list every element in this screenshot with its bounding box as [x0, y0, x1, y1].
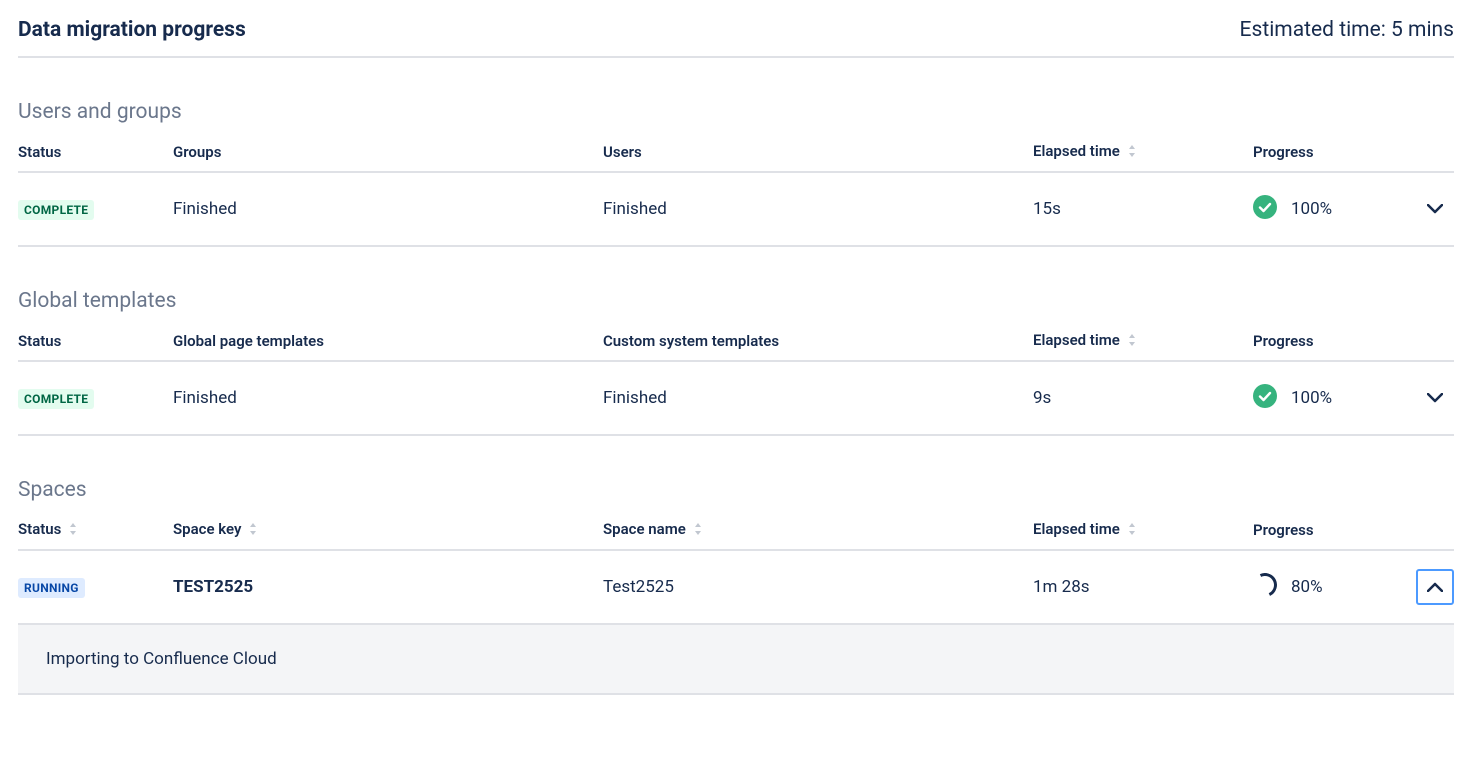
table-row: COMPLETE Finished Finished 9s 100% [18, 361, 1454, 435]
chevron-up-icon [1427, 582, 1443, 592]
col-status[interactable]: Status [18, 512, 173, 550]
col-custom-system-templates[interactable]: Custom system templates [603, 323, 1033, 361]
progress-cell: 100% [1253, 361, 1454, 435]
global-page-templates-cell: Finished [173, 361, 603, 435]
col-progress[interactable]: Progress [1253, 134, 1454, 172]
custom-system-templates-cell: Finished [603, 361, 1033, 435]
expand-toggle[interactable] [1416, 380, 1454, 416]
sort-icon [69, 521, 77, 539]
space-name-cell: Test2525 [603, 550, 1033, 624]
status-cell: RUNNING [18, 550, 173, 624]
sort-icon [694, 521, 702, 539]
col-progress[interactable]: Progress [1253, 323, 1454, 361]
col-users[interactable]: Users [603, 134, 1033, 172]
col-elapsed[interactable]: Elapsed time [1033, 512, 1253, 550]
header: Data migration progress Estimated time: … [18, 18, 1454, 58]
col-space-key-label: Space key [173, 520, 241, 538]
elapsed-cell: 1m 28s [1033, 550, 1253, 624]
progress-value: 100% [1291, 388, 1332, 408]
progress-value: 100% [1291, 199, 1332, 219]
sort-icon [1128, 521, 1136, 539]
users-groups-table: Status Groups Users Elapsed time Progres… [18, 134, 1454, 247]
global-templates-table: Status Global page templates Custom syst… [18, 323, 1454, 436]
section-title-global-templates: Global templates [18, 289, 1454, 313]
col-elapsed-label: Elapsed time [1033, 331, 1120, 349]
chevron-down-icon [1427, 204, 1443, 214]
space-key-cell: TEST2525 [173, 550, 603, 624]
col-space-name-label: Space name [603, 520, 686, 538]
sort-icon [1128, 332, 1136, 350]
sort-icon [1128, 143, 1136, 161]
col-status[interactable]: Status [18, 323, 173, 361]
check-circle-icon [1253, 195, 1277, 224]
col-status[interactable]: Status [18, 134, 173, 172]
estimated-time: Estimated time: 5 mins [1240, 18, 1454, 42]
col-space-key[interactable]: Space key [173, 512, 603, 550]
check-circle-icon [1253, 384, 1277, 413]
elapsed-cell: 9s [1033, 361, 1253, 435]
col-groups[interactable]: Groups [173, 134, 603, 172]
col-global-page-templates[interactable]: Global page templates [173, 323, 603, 361]
page-title: Data migration progress [18, 18, 246, 42]
status-badge-running: RUNNING [18, 578, 85, 598]
chevron-down-icon [1427, 393, 1443, 403]
users-cell: Finished [603, 172, 1033, 246]
collapse-toggle[interactable] [1416, 569, 1454, 605]
progress-cell: 80% [1253, 550, 1454, 624]
status-badge-complete: COMPLETE [18, 389, 94, 409]
section-title-users-groups: Users and groups [18, 100, 1454, 124]
groups-cell: Finished [173, 172, 603, 246]
progress-cell: 100% [1253, 172, 1454, 246]
col-status-label: Status [18, 520, 61, 538]
status-cell: COMPLETE [18, 172, 173, 246]
elapsed-cell: 15s [1033, 172, 1253, 246]
progress-value: 80% [1291, 577, 1323, 597]
col-space-name[interactable]: Space name [603, 512, 1033, 550]
col-elapsed-label: Elapsed time [1033, 142, 1120, 160]
col-elapsed[interactable]: Elapsed time [1033, 134, 1253, 172]
col-elapsed[interactable]: Elapsed time [1033, 323, 1253, 361]
table-row: RUNNING TEST2525 Test2525 1m 28s 80% [18, 550, 1454, 624]
sort-icon [249, 521, 257, 539]
status-cell: COMPLETE [18, 361, 173, 435]
table-header-row: Status Groups Users Elapsed time Progres… [18, 134, 1454, 172]
table-row: COMPLETE Finished Finished 15s 100% [18, 172, 1454, 246]
col-progress[interactable]: Progress [1253, 512, 1454, 550]
table-header-row: Status Global page templates Custom syst… [18, 323, 1454, 361]
spinner-icon [1253, 573, 1277, 602]
status-badge-complete: COMPLETE [18, 200, 94, 220]
col-elapsed-label: Elapsed time [1033, 520, 1120, 538]
detail-message: Importing to Confluence Cloud [18, 624, 1454, 694]
expand-toggle[interactable] [1416, 191, 1454, 227]
section-title-spaces: Spaces [18, 478, 1454, 502]
table-header-row: Status Space key Space name Elapsed time [18, 512, 1454, 550]
detail-row: Importing to Confluence Cloud [18, 624, 1454, 694]
spaces-table: Status Space key Space name Elapsed time [18, 512, 1454, 695]
